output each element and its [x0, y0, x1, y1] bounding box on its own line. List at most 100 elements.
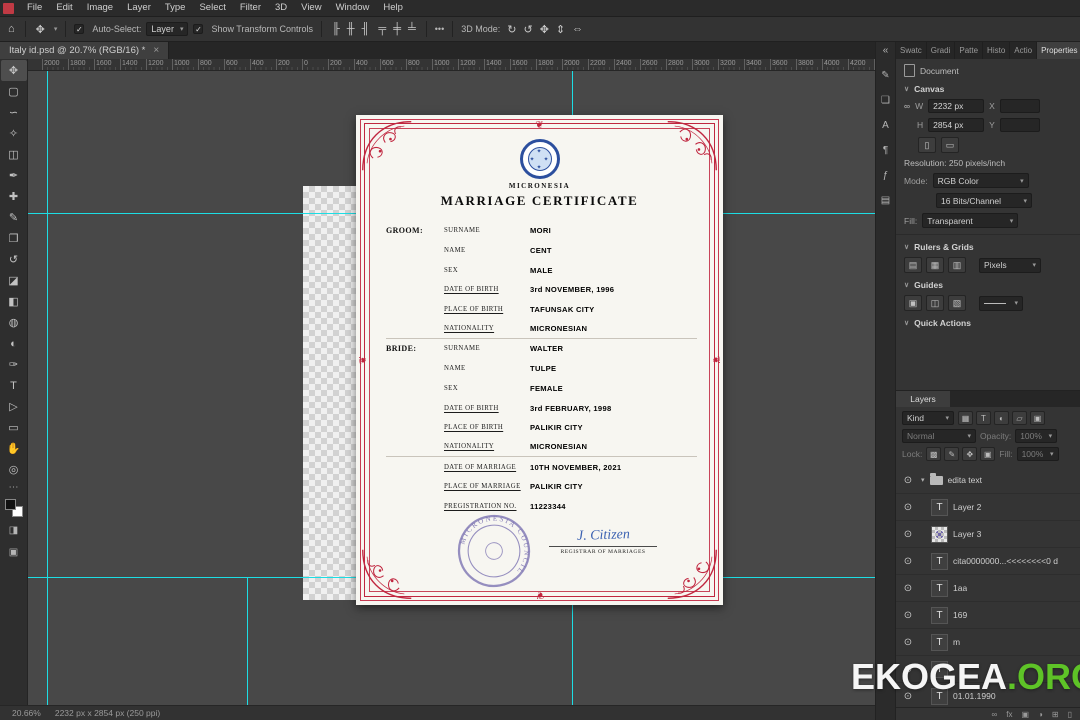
- hand-tool[interactable]: ✋: [1, 438, 27, 459]
- align-left-icon[interactable]: ╟: [330, 23, 342, 35]
- link-dimensions-icon[interactable]: ∞: [904, 101, 910, 111]
- screen-mode-icon[interactable]: ▣: [1, 543, 27, 561]
- menu-item[interactable]: 3D: [268, 0, 294, 16]
- more-options-icon[interactable]: •••: [435, 24, 444, 34]
- layer-row[interactable]: ⊙ ▾ T Layer 3: [896, 521, 1080, 548]
- layer-name[interactable]: 169: [953, 610, 967, 620]
- close-icon[interactable]: ×: [153, 45, 159, 56]
- adjustment-layer-icon[interactable]: ◑: [1038, 710, 1043, 719]
- chevron-down-icon[interactable]: ∨: [904, 85, 909, 93]
- filter-smart-object-icon[interactable]: ▣: [1030, 411, 1045, 425]
- quick-mask-icon[interactable]: ◨: [1, 521, 27, 539]
- layer-name[interactable]: 1aa: [953, 583, 967, 593]
- align-middle-icon[interactable]: ╪: [391, 23, 403, 35]
- edit-toolbar-icon[interactable]: ⋯: [9, 482, 19, 493]
- libraries-panel-icon[interactable]: ▤: [881, 195, 890, 206]
- layer-mask-icon[interactable]: ▣: [1021, 710, 1029, 719]
- filter-shape-icon[interactable]: ▱: [1012, 411, 1027, 425]
- move-tool[interactable]: ✥: [0, 60, 27, 81]
- app-logo-icon[interactable]: [3, 2, 14, 14]
- filter-adjustment-icon[interactable]: ◐: [994, 411, 1009, 425]
- pen-tool[interactable]: ✑: [1, 354, 27, 375]
- guide-style-select[interactable]: ▾: [979, 295, 1023, 311]
- glyphs-panel-icon[interactable]: ƒ: [883, 170, 889, 181]
- brush-settings-icon[interactable]: ✎: [881, 70, 889, 81]
- auto-select-target-select[interactable]: Layer ▾: [146, 22, 189, 36]
- visibility-eye-icon[interactable]: ⊙: [900, 556, 916, 567]
- menu-item[interactable]: File: [20, 0, 49, 16]
- bit-depth-select[interactable]: 16 Bits/Channel ▾: [936, 193, 1032, 208]
- link-layers-icon[interactable]: ∞: [992, 710, 998, 719]
- blur-tool[interactable]: ◍: [1, 312, 27, 333]
- paragraph-panel-icon[interactable]: ¶: [883, 145, 888, 156]
- layer-row[interactable]: ⊙ ▾ T Layer 2: [896, 494, 1080, 521]
- crop-tool[interactable]: ◫: [1, 144, 27, 165]
- history-brush-tool[interactable]: ↺: [1, 249, 27, 270]
- align-bottom-icon[interactable]: ╧: [406, 23, 418, 35]
- color-mode-select[interactable]: RGB Color ▾: [932, 173, 1029, 188]
- ruler-toggle-icon[interactable]: ▤: [904, 257, 922, 273]
- chevron-down-icon[interactable]: ∨: [904, 243, 909, 251]
- gradient-tool[interactable]: ◧: [1, 291, 27, 312]
- layer-name[interactable]: m: [953, 637, 960, 647]
- group-expand-icon[interactable]: ▾: [921, 476, 925, 484]
- panel-tab[interactable]: Histo: [983, 42, 1011, 59]
- lasso-tool[interactable]: ∽: [1, 102, 27, 123]
- chevron-down-icon[interactable]: ∨: [904, 319, 909, 327]
- auto-select-checkbox[interactable]: ✓: [74, 24, 85, 34]
- menu-item[interactable]: Layer: [120, 0, 158, 16]
- zoom-tool[interactable]: ◎: [1, 459, 27, 480]
- panel-tab[interactable]: Patte: [955, 42, 984, 59]
- canvas-fill-select[interactable]: Transparent ▾: [922, 213, 1019, 228]
- layer-row[interactable]: ⊙ ▾ T edita text: [896, 467, 1080, 494]
- lock-all-icon[interactable]: ▣: [980, 447, 996, 461]
- eraser-tool[interactable]: ◪: [1, 270, 27, 291]
- layer-filter-kind-select[interactable]: Kind ▾: [902, 411, 954, 425]
- visibility-eye-icon[interactable]: ⊙: [900, 529, 916, 540]
- guide-vertical[interactable]: [247, 577, 248, 705]
- align-top-icon[interactable]: ╤: [376, 23, 388, 35]
- chevron-down-icon[interactable]: ∨: [904, 281, 909, 289]
- guide-layout-icon[interactable]: ◫: [926, 295, 944, 311]
- visibility-eye-icon[interactable]: ⊙: [900, 475, 916, 486]
- home-icon[interactable]: ⌂: [6, 23, 17, 35]
- dodge-tool[interactable]: ◐: [1, 333, 27, 354]
- menu-item[interactable]: Select: [192, 0, 232, 16]
- 3d-slide-icon[interactable]: ⇕: [554, 23, 567, 36]
- 3d-rotate-icon[interactable]: ↻: [505, 23, 518, 36]
- zoom-level[interactable]: 20.66%: [12, 708, 41, 718]
- visibility-eye-icon[interactable]: ⊙: [900, 610, 916, 621]
- menu-item[interactable]: Edit: [49, 0, 79, 16]
- eyedropper-tool[interactable]: ✒: [1, 165, 27, 186]
- brush-tool[interactable]: ✎: [1, 207, 27, 228]
- 3d-scale-icon[interactable]: ⇔: [570, 23, 585, 36]
- layer-name[interactable]: Layer 2: [953, 502, 981, 512]
- filter-text-icon[interactable]: T: [976, 411, 991, 425]
- ruler-units-select[interactable]: Pixels ▾: [979, 257, 1041, 273]
- shape-tool[interactable]: ▭: [1, 417, 27, 438]
- landscape-orientation-icon[interactable]: ▭: [941, 137, 959, 153]
- document-tab[interactable]: Italy id.psd @ 20.7% (RGB/16) * ×: [0, 42, 170, 59]
- layer-row[interactable]: ⊙ ▾ T m: [896, 629, 1080, 656]
- active-tool-icon[interactable]: ✥: [34, 23, 47, 36]
- foreground-color-swatch[interactable]: [4, 499, 16, 510]
- panel-tab[interactable]: Actio: [1010, 42, 1038, 59]
- menu-item[interactable]: View: [294, 0, 328, 16]
- menu-item[interactable]: Window: [329, 0, 377, 16]
- canvas-y-input[interactable]: [999, 118, 1040, 132]
- canvas-height-input[interactable]: 2854 px: [928, 118, 985, 132]
- filter-image-icon[interactable]: ▦: [958, 411, 973, 425]
- layer-row[interactable]: ⊙ ▾ T 1aa: [896, 575, 1080, 602]
- visibility-eye-icon[interactable]: ⊙: [900, 637, 916, 648]
- layer-effects-icon[interactable]: fx: [1006, 710, 1012, 719]
- lock-move-icon[interactable]: ✥: [962, 447, 978, 461]
- guide-vertical[interactable]: [47, 71, 48, 705]
- delete-layer-icon[interactable]: ▯: [1068, 710, 1072, 719]
- align-right-icon[interactable]: ╢: [360, 23, 372, 35]
- visibility-eye-icon[interactable]: ⊙: [900, 502, 916, 513]
- layer-row[interactable]: ⊙ ▾ T cita0000000...<<<<<<<<0 d: [896, 548, 1080, 575]
- menu-item[interactable]: Type: [158, 0, 193, 16]
- lock-paint-icon[interactable]: ✎: [944, 447, 960, 461]
- layer-fill-select[interactable]: 100% ▾: [1016, 447, 1059, 461]
- panel-tab[interactable]: Swatc: [896, 42, 927, 59]
